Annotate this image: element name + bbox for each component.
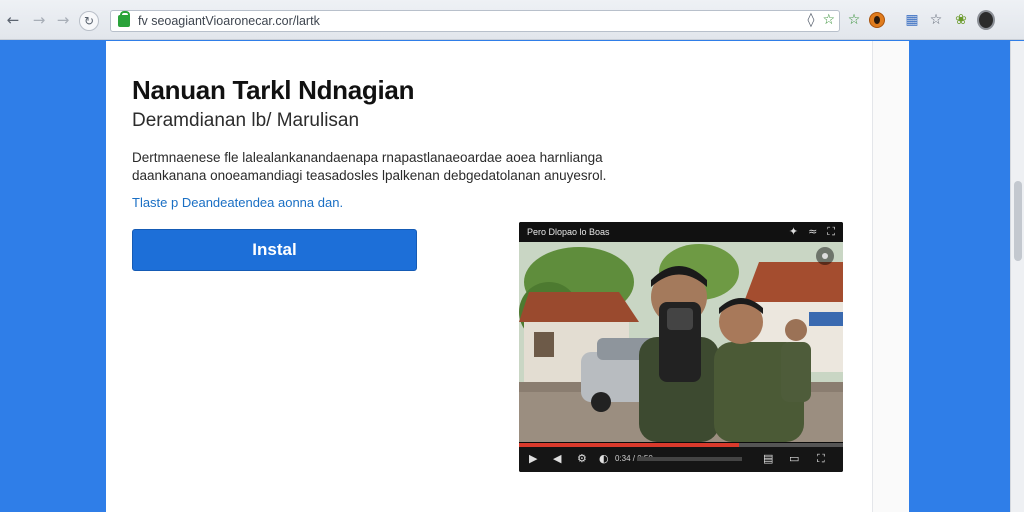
person-3-head <box>785 319 807 341</box>
reload-button[interactable]: ↻ <box>79 11 99 31</box>
person-3-body <box>781 342 811 402</box>
camera-lens <box>667 308 693 330</box>
arrow-right-icon: → <box>56 10 70 29</box>
back-button[interactable]: ← <box>4 11 22 29</box>
page-content: Nanuan Tarkl Ndnagian Deramdianan lb/ Ma… <box>106 41 908 512</box>
arrow-left-icon: ← <box>6 10 20 29</box>
share-icon[interactable]: ✦ <box>789 225 798 239</box>
description-line-2: daankanana onoeamandiagi teasadosles lpa… <box>132 168 607 183</box>
sign-right <box>809 312 843 326</box>
theater-icon[interactable]: ▭ <box>789 453 799 465</box>
translate-icon[interactable]: ◊ <box>808 12 815 28</box>
play-icon[interactable]: ▶ <box>529 453 537 465</box>
scrollbar-thumb[interactable] <box>1014 181 1022 261</box>
video-header: Pero Dlopao lo Boas ✦ ≈ ⛶ <box>519 222 843 242</box>
fullscreen-top-icon[interactable]: ⛶ <box>827 225 835 239</box>
star-outline-icon[interactable]: ☆ <box>845 11 863 29</box>
page-title: Nanuan Tarkl Ndnagian <box>132 75 415 105</box>
description-line-1: Dertmnaenese fle lalealankanandaenapa rn… <box>132 150 603 165</box>
volume-slider[interactable] <box>637 457 742 461</box>
video-header-icons: ✦ ≈ ⛶ <box>789 225 835 239</box>
arrow-right-icon: → <box>32 10 46 29</box>
video-frame[interactable] <box>519 242 843 442</box>
profile-button[interactable] <box>977 10 995 30</box>
profile-avatar-icon <box>977 10 995 30</box>
face-icon <box>869 12 885 28</box>
roof-right <box>744 262 843 302</box>
captions-icon[interactable]: ▤ <box>763 453 773 465</box>
reload-icon: ↻ <box>83 14 95 28</box>
lock-icon <box>118 11 130 27</box>
car-wheel-front <box>591 392 611 412</box>
bookmark-star-icon[interactable]: ☆ <box>927 11 945 29</box>
leaf-icon[interactable]: ❀ <box>952 11 970 29</box>
window-left <box>534 332 554 357</box>
url-text[interactable]: fv seoagiantVioaronecar.cor/lartk <box>138 14 320 28</box>
extension-avatar-button[interactable] <box>868 11 886 29</box>
video-controls: ▶ ◀ ⚙ ◐ 0:34 / 0:50 ▤ ▭ ⛶ <box>519 447 843 472</box>
video-player[interactable]: Pero Dlopao lo Boas ✦ ≈ ⛶ ▶ ◀ ⚙ ◐ 0:34 /… <box>519 222 843 472</box>
cast-icon[interactable]: ▦ <box>903 11 921 29</box>
page-right-gutter <box>872 41 909 512</box>
scrollbar[interactable] <box>1010 41 1024 512</box>
description: Dertmnaenese fle lalealankanandaenapa rn… <box>132 149 652 185</box>
browser-toolbar: ← → → ↻ fv seoagiantVioaronecar.cor/lart… <box>0 0 1024 40</box>
quality-icon[interactable]: ◐ <box>599 453 609 465</box>
forward-button-2[interactable]: → <box>54 11 72 29</box>
overlay-dot <box>822 253 828 259</box>
forward-button[interactable]: → <box>30 11 48 29</box>
wifi-icon[interactable]: ≈ <box>808 225 817 239</box>
volume-icon[interactable]: ◀ <box>553 453 561 465</box>
omnibox-icons: ◊ ☆ <box>808 12 835 28</box>
page-subtitle: Deramdianan lb/ Marulisan <box>132 110 360 131</box>
star-icon[interactable]: ☆ <box>822 12 835 28</box>
fullscreen-icon[interactable]: ⛶ <box>817 453 825 465</box>
details-link[interactable]: Tlaste p Deandeatendea aonna dan. <box>132 195 343 210</box>
settings-icon[interactable]: ⚙ <box>577 453 587 465</box>
video-title: Pero Dlopao lo Boas <box>527 227 610 237</box>
install-button[interactable]: Instal <box>132 229 417 271</box>
address-bar[interactable]: fv seoagiantVioaronecar.cor/lartk ◊ ☆ <box>110 10 840 32</box>
roof-left <box>519 292 639 322</box>
